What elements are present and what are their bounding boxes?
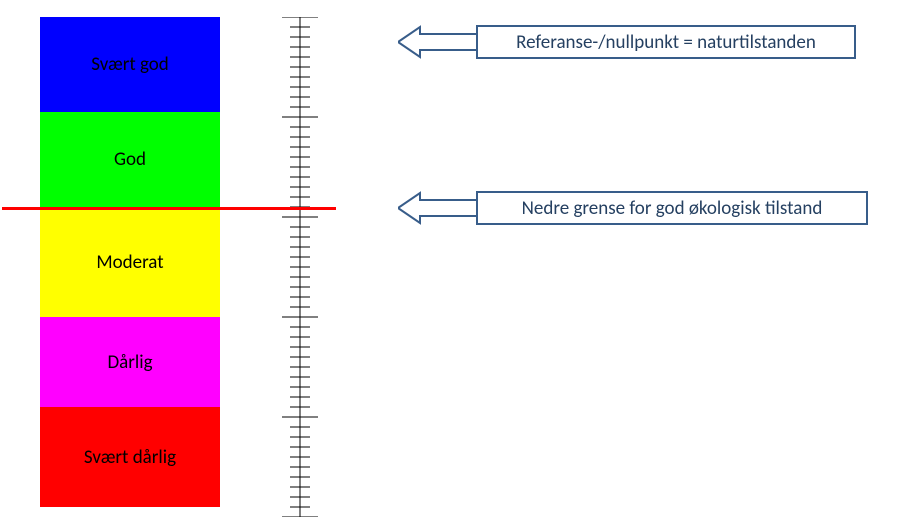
segment-svart-god: Svært god xyxy=(40,17,220,112)
segment-label: Dårlig xyxy=(107,351,152,374)
threshold-line xyxy=(2,207,336,210)
callout-label: Referanse-/nullpunkt = naturtilstanden xyxy=(516,31,816,54)
callout-reference-point: Referanse-/nullpunkt = naturtilstanden xyxy=(476,25,856,59)
callout-lower-limit: Nedre grense for god økologisk tilstand xyxy=(476,191,868,225)
segment-label: God xyxy=(114,148,146,171)
segment-moderat: Moderat xyxy=(40,207,220,317)
segment-darlig: Dårlig xyxy=(40,317,220,407)
segment-label: Svært dårlig xyxy=(84,446,176,469)
status-bar-column: Svært god God Moderat Dårlig Svært dårli… xyxy=(40,17,220,507)
segment-label: Moderat xyxy=(96,251,163,274)
segment-svart-darlig: Svært dårlig xyxy=(40,407,220,507)
segment-god: God xyxy=(40,112,220,207)
arrow-icon xyxy=(398,189,478,227)
callout-label: Nedre grense for god økologisk tilstand xyxy=(522,197,823,220)
segment-label: Svært god xyxy=(91,53,169,76)
ruler-scale xyxy=(280,17,320,517)
arrow-icon xyxy=(398,23,478,61)
